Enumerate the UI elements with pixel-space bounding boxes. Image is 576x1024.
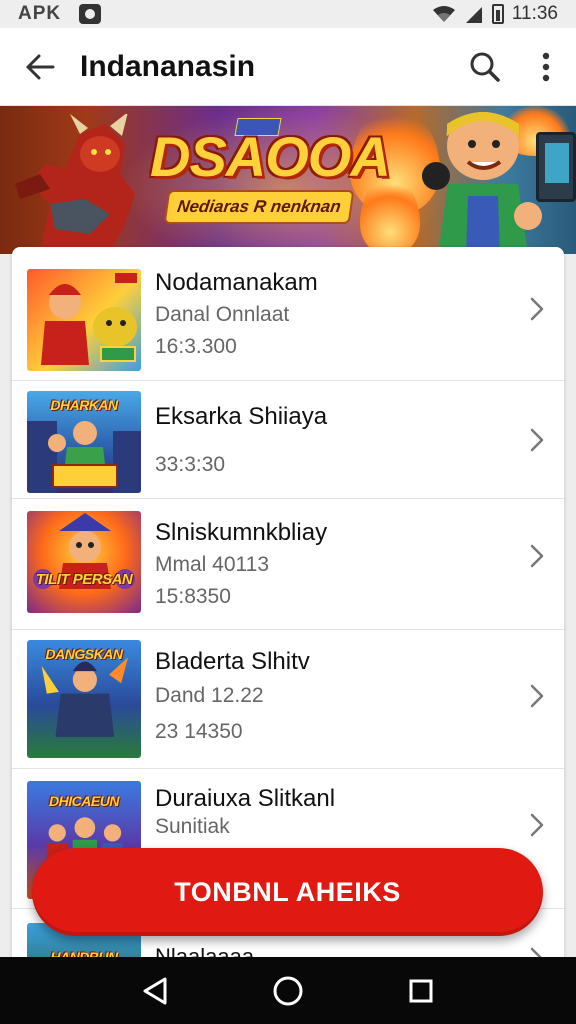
thumbnail-title: DANGSKAN — [45, 646, 123, 662]
item-text: Slniskumnkbliay Mmal 40113 15:8350 — [155, 519, 327, 609]
circle-home-icon — [273, 976, 303, 1005]
list-item[interactable]: DANGSKAN Bladerta Slhitv Dand 12.22 23 1… — [12, 630, 564, 769]
screen: APK 11:36 Indananasin DSAOOA Nediaras R … — [0, 0, 576, 1024]
wifi-icon — [432, 6, 455, 22]
item-text: Duraiuxa Slitkanl Sunitiak — [155, 785, 335, 839]
status-app-label: APK — [18, 3, 62, 24]
banner-subtitle-wrap: Nediaras R nenknan — [0, 106, 576, 254]
status-bar: APK 11:36 — [0, 0, 576, 28]
item-time: 33:3:30 — [155, 453, 226, 476]
chevron-right-icon — [530, 813, 544, 837]
chevron-right-icon — [530, 544, 544, 568]
item-text: Bladerta Slhitv Dand 12.22 23 14350 — [155, 648, 310, 744]
item-subtitle: Sunitiak — [155, 815, 230, 838]
search-icon — [470, 52, 500, 82]
game-thumbnail-art — [41, 273, 137, 365]
list-item[interactable]: TILIT PERSAN Slniskumnkbliay Mmal 40113 … — [12, 499, 564, 630]
promo-banner[interactable]: DSAOOA Nediaras R nenknan — [0, 106, 576, 254]
back-button[interactable] — [0, 28, 80, 106]
battery-icon — [491, 4, 504, 24]
game-thumbnail — [27, 269, 141, 371]
page-title: Indananasin — [80, 49, 256, 83]
nav-back-button[interactable] — [127, 963, 183, 1019]
game-thumbnail: DANGSKAN — [27, 640, 141, 758]
thumbnail-title: TILIT PERSAN — [35, 571, 133, 588]
item-subtitle: Mmal 40113 — [155, 553, 270, 576]
item-time: 23 14350 — [155, 720, 243, 743]
nav-recents-button[interactable] — [393, 963, 449, 1019]
list-item[interactable]: Nodamanakam Danal Onnlaat 16:3.300 — [12, 247, 564, 381]
more-options-button[interactable] — [516, 28, 576, 106]
item-subtitle — [155, 431, 327, 445]
thumbnail-title: DHARKAN — [50, 397, 118, 413]
signal-icon — [465, 7, 482, 23]
item-subtitle: Danal Onnlaat — [155, 303, 290, 326]
banner-subtitle: Nediaras R nenknan — [163, 190, 355, 224]
notification-icon — [79, 4, 102, 24]
chevron-right-icon — [530, 428, 544, 452]
square-recents-icon — [409, 979, 433, 1002]
status-clock: 11:36 — [511, 3, 558, 24]
item-title: Bladerta Slhitv — [155, 648, 310, 675]
item-title: Duraiuxa Slitkanl — [155, 785, 336, 812]
item-text: Eksarka Shiiaya 33:3:30 — [155, 403, 327, 477]
item-title: Nodamanakam — [155, 269, 318, 296]
more-vert-icon — [542, 52, 550, 81]
game-thumbnail-art — [33, 513, 135, 589]
game-thumbnail: DHARKAN — [27, 391, 141, 493]
search-button[interactable] — [454, 28, 516, 106]
triangle-back-icon — [143, 977, 167, 1004]
item-title: Eksarka Shiiaya — [155, 403, 328, 430]
item-text: Nodamanakam Danal Onnlaat 16:3.300 — [155, 269, 318, 359]
arrow-back-icon — [26, 54, 55, 79]
item-time: 15:8350 — [155, 585, 231, 608]
game-thumbnail: TILIT PERSAN — [27, 511, 141, 613]
item-subtitle: Dand 12.22 — [155, 684, 264, 707]
app-bar: Indananasin — [0, 28, 576, 106]
chevron-right-icon — [530, 684, 544, 708]
primary-action-button[interactable]: TONBNL AHEIKS — [32, 848, 543, 936]
system-navigation-bar — [0, 957, 576, 1024]
list-item[interactable]: DHARKAN Eksarka Shiiaya 33:3:30 — [12, 381, 564, 499]
nav-home-button[interactable] — [260, 963, 316, 1019]
chevron-right-icon — [530, 297, 544, 321]
item-time: 16:3.300 — [155, 335, 237, 358]
item-title: Slniskumnkbliay — [155, 519, 328, 546]
thumbnail-title: DHICAEUN — [49, 793, 119, 809]
